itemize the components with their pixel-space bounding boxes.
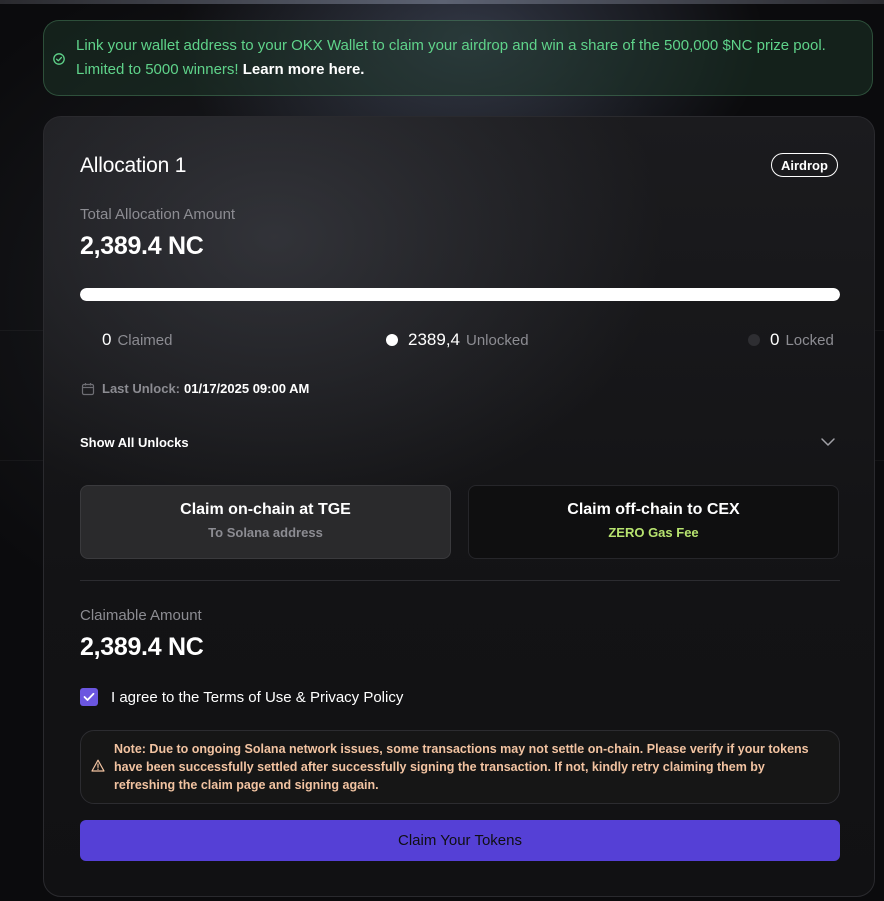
last-unlock-label: Last Unlock: xyxy=(102,381,181,396)
allocation-title: Allocation 1 xyxy=(80,154,187,177)
check-circle-icon xyxy=(53,53,65,65)
banner-text: Link your wallet address to your OKX Wal… xyxy=(76,34,856,82)
check-icon xyxy=(83,692,95,701)
claim-option-subtitle: ZERO Gas Fee xyxy=(608,525,699,540)
terms-agreement-text[interactable]: I agree to the Terms of Use & Privacy Po… xyxy=(111,689,403,706)
unlocked-label: Unlocked xyxy=(466,331,529,349)
claimable-amount-value: 2,389.4 NC xyxy=(80,633,204,661)
total-allocation-label: Total Allocation Amount xyxy=(80,206,236,223)
learn-more-link[interactable]: Learn more here. xyxy=(243,61,365,78)
airdrop-banner: Link your wallet address to your OKX Wal… xyxy=(43,20,873,96)
top-strip xyxy=(0,0,884,4)
section-divider xyxy=(80,580,840,581)
chevron-down-icon[interactable] xyxy=(820,437,836,447)
last-unlock-value: 01/17/2025 09:00 AM xyxy=(184,381,310,396)
total-allocation-amount: 2,389.4 NC xyxy=(80,232,204,260)
claim-option-title: Claim off-chain to CEX xyxy=(567,501,740,518)
terms-checkbox[interactable] xyxy=(80,688,98,706)
allocation-progress-bar xyxy=(80,288,840,301)
claimed-label: Claimed xyxy=(117,331,173,349)
banner-message: Link your wallet address to your OKX Wal… xyxy=(76,37,826,78)
claim-option-on-chain[interactable]: Claim on-chain at TGE To Solana address xyxy=(80,485,451,559)
claim-option-subtitle: To Solana address xyxy=(208,525,323,540)
claimable-amount-label: Claimable Amount xyxy=(80,607,202,624)
progress-fill-unlocked xyxy=(80,288,840,301)
locked-label: Locked xyxy=(785,331,834,349)
stat-unlocked: 2389,4 Unlocked xyxy=(386,330,529,350)
page: Link your wallet address to your OKX Wal… xyxy=(0,0,884,901)
calendar-icon xyxy=(81,382,95,395)
stat-locked: 0 Locked xyxy=(748,330,834,350)
stat-claimed: 0 Claimed xyxy=(102,330,173,350)
unlocked-value: 2389,4 xyxy=(408,330,460,349)
show-all-unlocks-toggle[interactable]: Show All Unlocks xyxy=(80,435,189,450)
note-text: Note: Due to ongoing Solana network issu… xyxy=(114,742,809,792)
claim-option-off-chain[interactable]: Claim off-chain to CEX ZERO Gas Fee xyxy=(468,485,839,559)
claim-tokens-button[interactable]: Claim Your Tokens xyxy=(80,820,840,861)
locked-dot-icon xyxy=(748,334,760,346)
last-unlock: Last Unlock: 01/17/2025 09:00 AM xyxy=(81,381,309,396)
terms-agreement: I agree to the Terms of Use & Privacy Po… xyxy=(80,688,403,706)
claimed-value: 0 xyxy=(102,330,112,349)
locked-value: 0 xyxy=(770,330,780,349)
allocation-card: Allocation 1 Airdrop Total Allocation Am… xyxy=(43,116,875,897)
warning-triangle-icon xyxy=(91,759,105,772)
network-warning-note: Note: Due to ongoing Solana network issu… xyxy=(80,730,840,804)
unlocked-dot-icon xyxy=(386,334,398,346)
airdrop-badge: Airdrop xyxy=(771,153,838,177)
claim-option-title: Claim on-chain at TGE xyxy=(180,501,351,518)
